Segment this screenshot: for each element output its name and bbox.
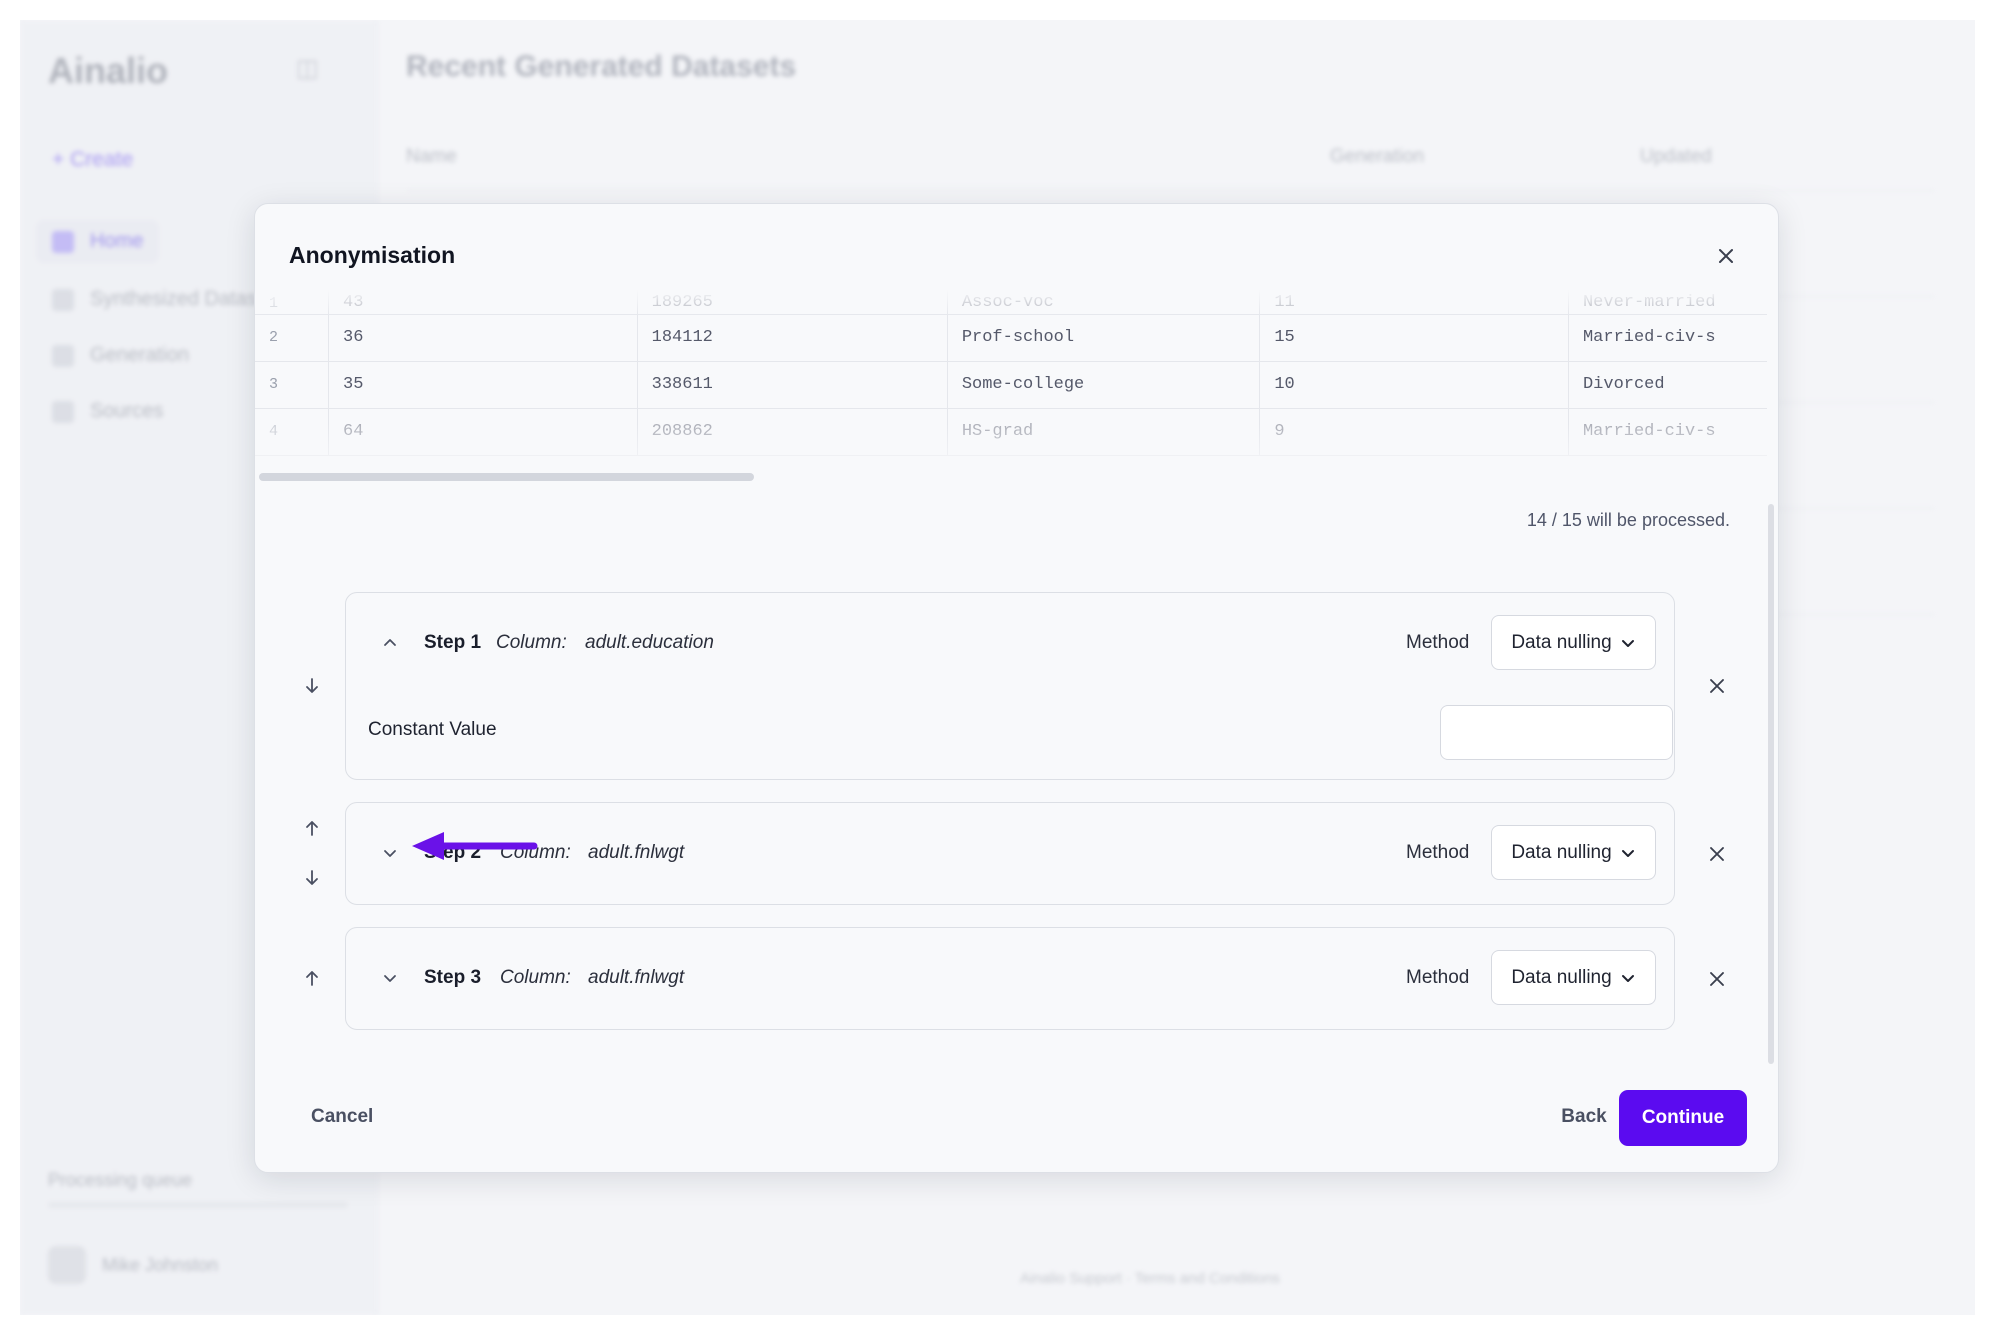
step-label: Step 3 (424, 967, 482, 988)
table-cell: 15 (1259, 314, 1569, 362)
method-select[interactable]: Data nulling (1491, 825, 1656, 880)
constant-value-input[interactable] (1440, 705, 1673, 760)
row-divider (406, 190, 1935, 191)
processing-bar (48, 1202, 348, 1208)
table-cell: 2 (255, 314, 330, 362)
column-value: adult.education (585, 632, 714, 653)
move-down-arrow-icon[interactable] (299, 865, 325, 891)
chevron-down-icon[interactable] (378, 841, 402, 865)
table-row: 2 36 184112 Prof-school 15 Married-civ-s (255, 314, 1767, 362)
remove-step-icon[interactable] (1703, 840, 1731, 868)
chevron-down-icon (1621, 639, 1634, 647)
move-down-arrow-icon[interactable] (299, 673, 325, 699)
table-cell: 35 (328, 361, 638, 409)
step-card: Step 1 Column: adult.education Method Da… (345, 592, 1675, 780)
continue-button[interactable]: Continue (1619, 1090, 1747, 1146)
table-cell: Married-civ-s (1568, 314, 1767, 362)
sidebar-item-home[interactable]: Home (36, 220, 160, 263)
method-label: Method (1406, 842, 1470, 863)
sidebar-item-generation[interactable]: Generation (52, 344, 189, 367)
sidebar-item-sources[interactable]: Sources (52, 400, 163, 423)
close-icon[interactable] (1710, 240, 1742, 272)
column-header-updated: Updated (1640, 146, 1712, 167)
column-label: Column: (500, 967, 571, 988)
step-label: Step 1 (424, 632, 482, 653)
preview-fade (255, 424, 1767, 480)
avatar (48, 1246, 86, 1284)
vertical-scrollbar[interactable] (1768, 504, 1774, 1064)
method-label: Method (1406, 632, 1470, 653)
table-cell: Some-college (947, 361, 1261, 409)
method-select[interactable]: Data nulling (1491, 615, 1656, 670)
footer-links: Ainalio Support · Terms and Conditions (1020, 1270, 1280, 1287)
logo: Ainalio (48, 50, 169, 91)
column-header-generation: Generation (1330, 146, 1425, 167)
constant-value-label: Constant Value (368, 719, 497, 740)
home-icon (52, 230, 74, 253)
column-value: adult.fnlwgt (588, 842, 685, 863)
table-cell: 36 (328, 314, 638, 362)
table-cell: 184112 (637, 314, 948, 362)
sidebar-collapse-icon[interactable]: ◫ (296, 54, 319, 83)
app-frame: Ainalio ◫ + Create Home Synthesized Data… (20, 20, 1975, 1315)
column-label: Column: (496, 632, 567, 653)
method-select[interactable]: Data nulling (1491, 950, 1656, 1005)
chevron-down-icon (1621, 974, 1634, 982)
create-button[interactable]: + Create (52, 148, 133, 172)
column-header-name: Name (406, 146, 457, 167)
chevron-down-icon (1621, 849, 1634, 857)
chevron-up-icon[interactable] (378, 631, 402, 655)
chevron-down-icon[interactable] (378, 966, 402, 990)
column-value: adult.fnlwgt (588, 967, 685, 988)
sources-icon (52, 400, 74, 423)
cancel-button[interactable]: Cancel (311, 1106, 373, 1128)
back-button[interactable]: Back (1540, 1092, 1628, 1142)
step-label: Step 2 (424, 842, 482, 863)
dataset-icon (52, 288, 74, 311)
generation-icon (52, 344, 74, 367)
move-up-arrow-icon[interactable] (299, 815, 325, 841)
processing-queue-label: Processing queue (48, 1170, 193, 1190)
table-cell: 3 (255, 361, 330, 409)
move-up-arrow-icon[interactable] (299, 965, 325, 991)
dialog-title: Anonymisation (289, 242, 456, 268)
anonymisation-dialog: Anonymisation 143189265Assoc-voc11Never-… (254, 203, 1779, 1173)
step-card: Step 2 Column: adult.fnlwgt Method Data … (345, 802, 1675, 905)
table-cell: Divorced (1568, 361, 1767, 409)
step-card: Step 3 Column: adult.fnlwgt Method Data … (345, 927, 1675, 1030)
sidebar-item-datasets[interactable]: Synthesized Datasets (52, 288, 283, 311)
table-cell: 338611 (637, 361, 948, 409)
preview-fade (255, 290, 1767, 316)
remove-step-icon[interactable] (1703, 965, 1731, 993)
page-title: Recent Generated Datasets (406, 50, 797, 83)
method-label: Method (1406, 967, 1470, 988)
table-row: 3 35 338611 Some-college 10 Divorced (255, 361, 1767, 409)
remove-step-icon[interactable] (1703, 672, 1731, 700)
horizontal-scrollbar[interactable] (259, 473, 754, 481)
table-cell: Prof-school (947, 314, 1261, 362)
column-label: Column: (500, 842, 571, 863)
user-menu[interactable]: Mike Johnston (48, 1246, 218, 1284)
table-cell: 10 (1259, 361, 1569, 409)
processed-count-text: 14 / 15 will be processed. (1526, 510, 1730, 530)
